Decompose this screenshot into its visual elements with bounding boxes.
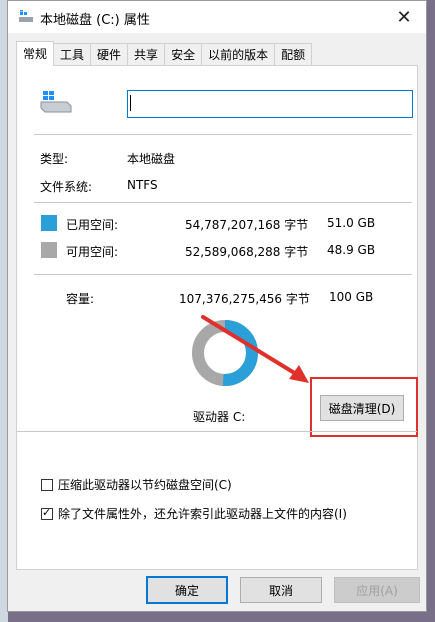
disk-cleanup-button[interactable]: 磁盘清理(D) [320, 395, 404, 421]
large-drive-icon [40, 91, 72, 113]
drive-letter-label: 驱动器 C: [193, 410, 246, 424]
free-space-swatch [41, 242, 57, 258]
close-button[interactable]: ✕ [382, 1, 426, 33]
general-panel: 类型: 本地磁盘 文件系统: NTFS 已用空间: 54,787,207,168… [16, 65, 418, 570]
text-caret [130, 95, 131, 111]
free-space-bytes: 52,589,068,288 字节 [185, 245, 309, 259]
compress-checkbox[interactable] [41, 478, 53, 491]
tab-security[interactable]: 安全 [164, 43, 203, 65]
used-space-size: 51.0 GB [327, 216, 376, 230]
filesystem-value: NTFS [127, 178, 158, 192]
divider [34, 134, 412, 135]
index-checkbox[interactable] [41, 506, 53, 520]
tab-quota[interactable]: 配额 [274, 43, 313, 65]
compress-label[interactable]: 压缩此驱动器以节约磁盘空间(C) [58, 476, 232, 493]
volume-name-input[interactable] [127, 90, 413, 118]
properties-dialog: 本地磁盘 (C:) 属性 ✕ 常规 工具 硬件 共享 安全 以前的版本 配额 类… [7, 0, 427, 612]
capacity-bytes: 107,376,275,456 字节 [179, 292, 310, 306]
drive-icon [19, 10, 33, 22]
ok-button[interactable]: 确定 [146, 576, 228, 604]
compress-option: 压缩此驱动器以节约磁盘空间(C) [41, 476, 232, 493]
capacity-size: 100 GB [329, 290, 374, 304]
annotation-arrow [201, 315, 309, 383]
divider [34, 202, 412, 203]
free-space-label: 可用空间: [66, 245, 119, 259]
type-value: 本地磁盘 [127, 152, 176, 166]
type-label: 类型: [40, 152, 69, 166]
tab-hardware[interactable]: 硬件 [90, 43, 129, 65]
tab-general[interactable]: 常规 [16, 41, 55, 66]
cancel-button[interactable]: 取消 [240, 577, 322, 603]
capacity-label: 容量: [66, 292, 95, 306]
tab-tools[interactable]: 工具 [53, 43, 92, 65]
filesystem-label: 文件系统: [40, 180, 93, 194]
tab-sharing[interactable]: 共享 [127, 43, 166, 65]
apply-button[interactable]: 应用(A) [334, 577, 420, 603]
index-label[interactable]: 除了文件属性外，还允许索引此驱动器上文件的内容(I) [58, 505, 347, 522]
divider [34, 274, 412, 275]
tab-previous-versions[interactable]: 以前的版本 [201, 43, 276, 65]
title-bar: 本地磁盘 (C:) 属性 ✕ [8, 1, 426, 33]
used-space-swatch [41, 215, 57, 231]
window-title: 本地磁盘 (C:) 属性 [40, 13, 150, 28]
used-space-bytes: 54,787,207,168 字节 [185, 218, 309, 232]
index-option: 除了文件属性外，还允许索引此驱动器上文件的内容(I) [41, 505, 347, 522]
free-space-size: 48.9 GB [327, 243, 376, 257]
used-space-label: 已用空间: [66, 218, 119, 232]
close-icon: ✕ [396, 6, 412, 28]
divider [17, 431, 417, 432]
tab-strip: 常规 工具 硬件 共享 安全 以前的版本 配额 [16, 41, 313, 66]
